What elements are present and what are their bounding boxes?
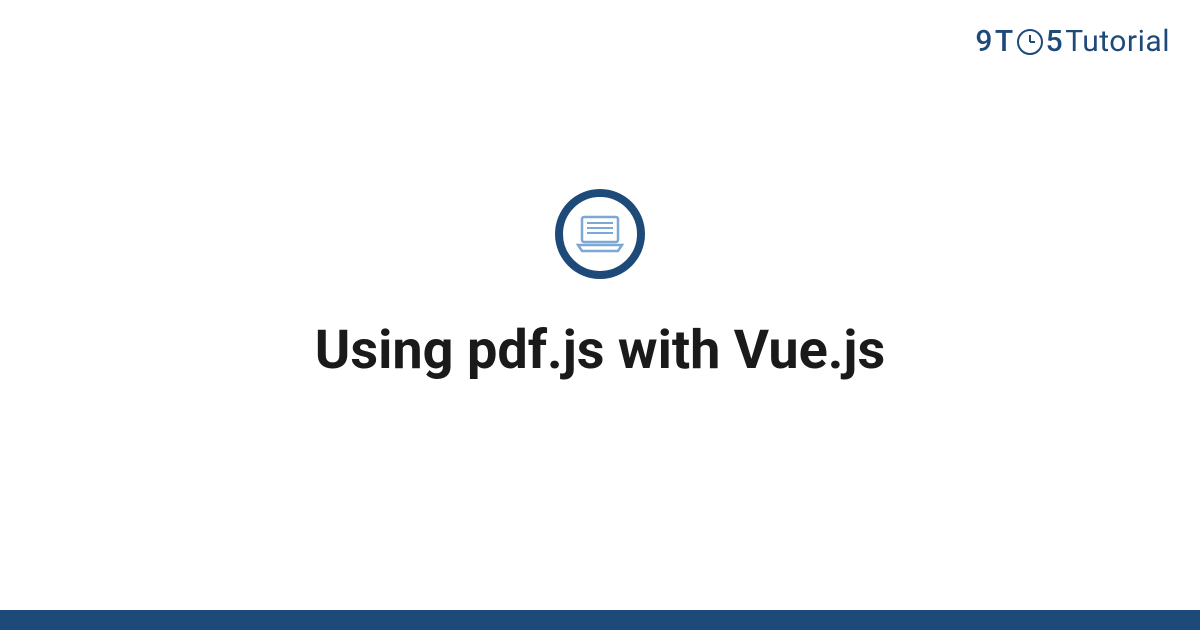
laptop-icon [576, 215, 624, 253]
footer-bar [0, 610, 1200, 630]
page-title: Using pdf.js with Vue.js [315, 319, 885, 382]
laptop-icon-circle [555, 189, 645, 279]
main-content: Using pdf.js with Vue.js [0, 0, 1200, 630]
